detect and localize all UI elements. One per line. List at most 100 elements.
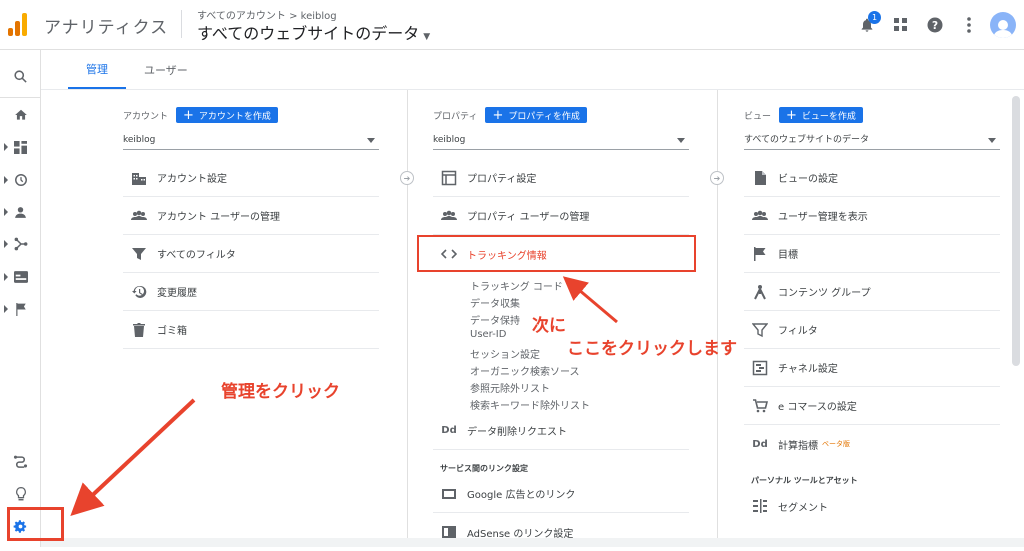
flag-icon — [751, 245, 769, 263]
calculated-metrics-label: 計算指標 — [778, 440, 818, 452]
view-user-management[interactable]: ユーザー管理を表示 — [744, 197, 1000, 235]
admin-click-annotation: 管理をクリック — [221, 382, 340, 402]
change-history[interactable]: 変更履歴 — [123, 273, 379, 311]
create-property-button[interactable]: + プロパティを作成 — [485, 107, 587, 123]
nav-realtime[interactable] — [0, 166, 41, 194]
apps-grid-icon — [894, 18, 907, 31]
channel-settings-label: チャネル設定 — [778, 364, 838, 375]
scrollbar[interactable] — [1012, 96, 1020, 366]
create-account-button[interactable]: + アカウントを作成 — [176, 107, 278, 123]
nav-search[interactable] — [0, 62, 41, 90]
notifications-button[interactable]: 1 — [850, 10, 884, 40]
trash-label: ゴミ箱 — [157, 326, 187, 337]
flag-icon — [15, 302, 26, 316]
data-deletion-requests[interactable]: Dd データ削除リクエスト — [433, 412, 689, 450]
create-view-label: ビューを作成 — [801, 111, 856, 122]
google-ads-link-label: Google 広告とのリンク — [467, 490, 576, 501]
user-id-link[interactable]: User-ID — [470, 329, 506, 340]
segment-icon — [751, 497, 769, 515]
session-settings-link[interactable]: セッション設定 — [470, 346, 540, 361]
plus-icon: + — [183, 107, 194, 123]
search-term-exclusion-link[interactable]: 検索キーワード除外リスト — [470, 397, 590, 412]
property-settings-label: プロパティ設定 — [467, 174, 537, 185]
view-select[interactable]: すべてのウェブサイトのデータ — [744, 130, 1000, 150]
home-icon — [14, 109, 27, 120]
referral-exclusion-link[interactable]: 参照元除外リスト — [470, 380, 550, 395]
app-title: アナリティクス — [44, 18, 169, 38]
goals[interactable]: 目標 — [744, 235, 1000, 273]
acquisition-icon — [14, 237, 27, 251]
tracking-code-link[interactable]: トラッキング コード — [470, 278, 563, 293]
property-settings[interactable]: プロパティ設定 — [433, 159, 689, 197]
search-icon — [14, 69, 27, 83]
view-user-management-label: ユーザー管理を表示 — [778, 212, 868, 223]
nav-attribution[interactable] — [0, 447, 41, 475]
create-property-label: プロパティを作成 — [508, 111, 580, 122]
filter-icon — [751, 321, 769, 339]
apps-button[interactable] — [884, 10, 918, 40]
segments[interactable]: セグメント — [744, 487, 1000, 525]
header-divider — [181, 10, 182, 38]
dropdown-arrow-icon — [677, 138, 685, 143]
left-nav — [0, 50, 41, 547]
all-filters[interactable]: すべてのフィルタ — [123, 235, 379, 273]
view-label: ビュー — [744, 111, 772, 122]
more-options-button[interactable] — [952, 10, 986, 40]
content-grouping-label: コンテンツ グループ — [778, 288, 871, 299]
nav-audience[interactable] — [0, 198, 41, 226]
cart-icon — [751, 397, 769, 415]
expand-arrow-icon — [4, 176, 8, 184]
view-selected-value: すべてのウェブサイトのデータ — [744, 135, 870, 145]
tab-user[interactable]: ユーザー — [126, 50, 206, 89]
view-column: ビュー + ビューを作成 すべてのウェブサイトのデータ ビューの設定 ユーザー管理… — [744, 90, 1000, 547]
svg-text:?: ? — [932, 20, 938, 32]
building-icon — [130, 169, 148, 187]
google-ads-link[interactable]: Google 広告とのリンク — [433, 475, 689, 513]
nav-divider — [0, 97, 41, 98]
data-collection-link[interactable]: データ収集 — [470, 295, 520, 310]
people-icon — [130, 207, 148, 225]
content-grouping[interactable]: コンテンツ グループ — [744, 273, 1000, 311]
account-settings[interactable]: アカウント設定 — [123, 159, 379, 197]
calculated-metrics[interactable]: Dd 計算指標 ベータ版 — [744, 425, 1000, 463]
filter-icon — [130, 245, 148, 263]
notification-badge: 1 — [868, 11, 881, 24]
property-selector[interactable]: すべてのウェブサイトのデータ ▼ — [197, 20, 430, 44]
top-bar: アナリティクス すべてのアカウント > keiblog すべてのウェブサイトのデ… — [0, 0, 1024, 50]
column-divider — [407, 90, 408, 547]
nav-conversions[interactable] — [0, 295, 41, 323]
next-annotation: 次に — [532, 316, 566, 336]
bottom-scroll-area — [41, 538, 1024, 547]
plus-icon: + — [492, 107, 504, 123]
account-user-management[interactable]: アカウント ユーザーの管理 — [123, 197, 379, 235]
data-retention-link[interactable]: データ保持 — [470, 312, 520, 327]
beta-badge: ベータ版 — [822, 440, 850, 448]
trash[interactable]: ゴミ箱 — [123, 311, 379, 349]
tab-admin[interactable]: 管理 — [68, 50, 126, 89]
people-icon — [751, 207, 769, 225]
user-avatar[interactable] — [990, 12, 1016, 38]
dropdown-arrow-icon — [367, 138, 375, 143]
people-icon — [440, 207, 458, 225]
ecommerce-settings[interactable]: e コマースの設定 — [744, 387, 1000, 425]
channel-settings[interactable]: チャネル設定 — [744, 349, 1000, 387]
property-user-management[interactable]: プロパティ ユーザーの管理 — [433, 197, 689, 235]
nav-customization[interactable] — [0, 133, 41, 161]
account-user-management-label: アカウント ユーザーの管理 — [157, 212, 280, 223]
property-select[interactable]: keiblog — [433, 130, 689, 150]
expand-arrow-icon — [4, 305, 8, 313]
nav-discover[interactable] — [0, 480, 41, 508]
nav-behavior[interactable] — [0, 263, 41, 291]
expand-arrow-icon — [4, 143, 8, 151]
nav-acquisition[interactable] — [0, 230, 41, 258]
nav-home[interactable] — [0, 101, 41, 129]
organic-search-sources-link[interactable]: オーガニック検索ソース — [470, 363, 580, 378]
expand-arrow-icon — [4, 240, 8, 248]
account-select[interactable]: keiblog — [123, 130, 379, 150]
help-button[interactable]: ? — [918, 10, 952, 40]
view-filters[interactable]: フィルタ — [744, 311, 1000, 349]
create-view-button[interactable]: + ビューを作成 — [779, 107, 863, 123]
analytics-logo[interactable] — [8, 12, 30, 36]
view-settings[interactable]: ビューの設定 — [744, 159, 1000, 197]
click-here-annotation: ここをクリックします — [567, 339, 737, 359]
